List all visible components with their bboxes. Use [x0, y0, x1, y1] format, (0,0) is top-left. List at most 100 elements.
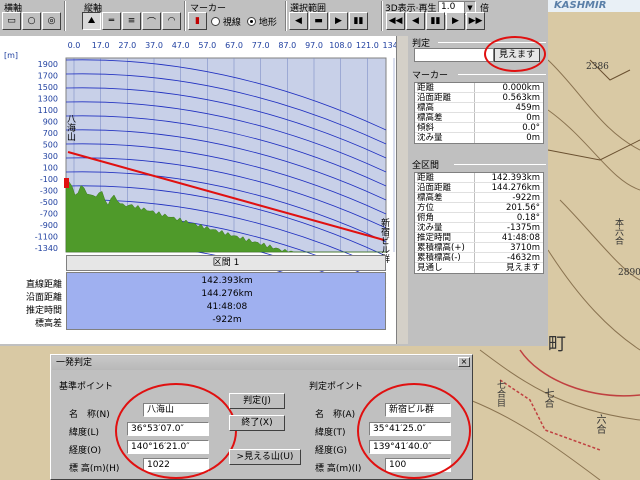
y-tick-label: -500: [40, 198, 58, 207]
vertical-scale-button[interactable]: ◠: [162, 12, 181, 30]
y-tick-label: 1500: [38, 83, 58, 92]
table-row: 標高差 0m: [415, 113, 543, 123]
target-elevation-input[interactable]: 100: [385, 458, 451, 472]
x-tick-label: 0.0: [68, 41, 81, 50]
close-button[interactable]: ×: [458, 357, 470, 367]
x-tick-label: 37.0: [145, 41, 163, 50]
pause-icon: ▮▮: [430, 16, 441, 26]
target-longitude-input[interactable]: 139°41′40.0″: [369, 440, 451, 454]
play-button[interactable]: ▶: [446, 12, 465, 30]
section-elevation-diff: -922m: [212, 315, 242, 325]
instant-judge-dialog: 一発判定 × 基準ポイント 名 称(N) 八海山 緯度(L) 36°53′07.…: [50, 354, 473, 480]
exit-button[interactable]: 終了(X): [229, 415, 285, 431]
visible-mountains-button[interactable]: >見える山(U): [229, 449, 301, 465]
base-lat-label: 緯度(L): [69, 428, 100, 438]
sightline-radio[interactable]: 視線: [211, 15, 241, 28]
selection-range-button[interactable]: ▮▮: [349, 12, 368, 30]
map-place-label: 六合: [594, 414, 605, 434]
terrain-radio-label: 地形: [258, 18, 277, 28]
start-point-label: 八海山: [65, 114, 76, 141]
horizontal-scale-button[interactable]: ○: [22, 12, 41, 30]
target-name-label: 名 称(A): [315, 410, 356, 420]
marker-table: 距離 0.000km 沿面距離 0.563km 標高 459m 標高差 0m 傾斜 0.0…: [414, 82, 544, 144]
y-tick-label: 700: [43, 129, 58, 138]
target-lat-label: 緯度(T): [315, 428, 346, 438]
row-key: 沈み量: [415, 133, 475, 143]
selection-range-button[interactable]: ▶: [329, 12, 348, 30]
row-key: 傾斜: [415, 123, 475, 132]
toolbar-separator: [285, 1, 287, 31]
row-value: -4632m: [507, 253, 540, 262]
fast-forward-button[interactable]: ▶▶: [466, 12, 485, 30]
base-group-title: 基準ポイント: [59, 382, 114, 392]
full-section-table: 距離 142.393km 沿面距離 144.276km 標高差 -922m 方位 201…: [414, 172, 544, 274]
close-icon: ×: [460, 357, 468, 366]
table-row: 累積標高(-) -4632m: [415, 253, 543, 263]
section-label: 推定時間: [25, 306, 62, 316]
toolbar-separator: [64, 1, 66, 31]
base-longitude-input[interactable]: 140°16′21.0″: [127, 440, 209, 454]
circle-icon: ○: [27, 16, 36, 26]
y-tick-label: -900: [40, 221, 58, 230]
marker-button[interactable]: ▮: [188, 12, 207, 30]
row-value: 144.276km: [491, 183, 540, 192]
y-tick-label: 100: [43, 164, 58, 173]
horizontal-scale-button[interactable]: ◎: [42, 12, 61, 30]
judge-button[interactable]: 判定(J): [229, 393, 285, 409]
vertical-scale-button[interactable]: ═: [102, 12, 121, 30]
x-tick-label: 97.0: [305, 41, 323, 50]
selection-range-button[interactable]: ▬: [309, 12, 328, 30]
row-key: 累積標高(+): [415, 243, 475, 252]
base-latitude-input[interactable]: 36°53′07.0″: [127, 422, 209, 436]
row-value: -1375m: [507, 223, 540, 232]
row-value: 0.563km: [502, 93, 540, 102]
row-key: 累積標高(-): [415, 253, 475, 262]
y-tick-label: 1100: [38, 106, 58, 115]
x-tick-label: 87.0: [278, 41, 296, 50]
vertical-scale-button[interactable]: ≡: [122, 12, 141, 30]
judge-result[interactable]: 見えます: [494, 48, 540, 62]
target-elev-label: 標 高(m)(I): [315, 464, 362, 474]
play-reverse-button[interactable]: ◀: [406, 12, 425, 30]
row-value: 0m: [526, 133, 540, 143]
fast-forward-icon: ▶▶: [468, 16, 483, 26]
pause-button[interactable]: ▮▮: [426, 12, 445, 30]
x-tick-label: 108.0: [329, 41, 352, 50]
base-elevation-input[interactable]: 1022: [143, 458, 209, 472]
play-back-button[interactable]: ◀◀: [386, 12, 405, 30]
row-key: 標高差: [415, 113, 475, 122]
base-name-label: 名 称(N): [69, 410, 110, 420]
range-icon: ▬: [314, 16, 323, 26]
row-key: 標高: [415, 103, 475, 112]
elevation-profile-chart: 0.0 17.0 27.0 37.0 47.0 57.0 67.0 77.0 87.0 97.0 1…: [0, 36, 408, 344]
y-tick-label: 1900: [38, 60, 58, 69]
x-tick-label: 17.0: [92, 41, 110, 50]
row-key: 標高差: [415, 193, 475, 202]
target-name-input[interactable]: 新宿ビル群: [385, 403, 451, 417]
row-value: 0.0°: [522, 123, 540, 132]
row-key: 俯角: [415, 213, 475, 222]
group-divider: [454, 164, 546, 165]
terrain-radio[interactable]: 地形: [247, 15, 277, 28]
horizontal-scale-button[interactable]: ▭: [2, 12, 21, 30]
y-tick-label: -1340: [35, 244, 58, 253]
toolbar: 横軸 ▭ ○ ◎ 縦軸 ⛰ ═ ≡ ⌒ ◠ マーカー ▮ 視線 地形 選択範囲 …: [0, 0, 548, 32]
row-value: 3710m: [510, 243, 540, 252]
target-latitude-input[interactable]: 35°41′25.0″: [369, 422, 451, 436]
x-tick-label: 77.0: [252, 41, 270, 50]
row-key: 沿面距離: [415, 93, 475, 102]
map-place-label: 七合: [542, 388, 553, 408]
reverse-icon: ◀: [412, 16, 419, 26]
base-name-input[interactable]: 八海山: [143, 403, 209, 417]
table-row: 傾斜 0.0°: [415, 123, 543, 133]
vertical-scale-button[interactable]: ⛰: [82, 12, 101, 30]
selection-range-button[interactable]: ◀: [289, 12, 308, 30]
row-value: -922m: [512, 193, 540, 202]
row-key: 沈み量: [415, 223, 475, 232]
marker-group-title: マーカー: [412, 71, 449, 81]
vertical-scale-button[interactable]: ⌒: [142, 12, 161, 30]
section-label: 直線距離: [25, 280, 62, 290]
y-unit-label: [m]: [4, 51, 18, 60]
chart-scrollbar[interactable]: [396, 36, 408, 344]
judge-target-field[interactable]: [414, 48, 494, 62]
